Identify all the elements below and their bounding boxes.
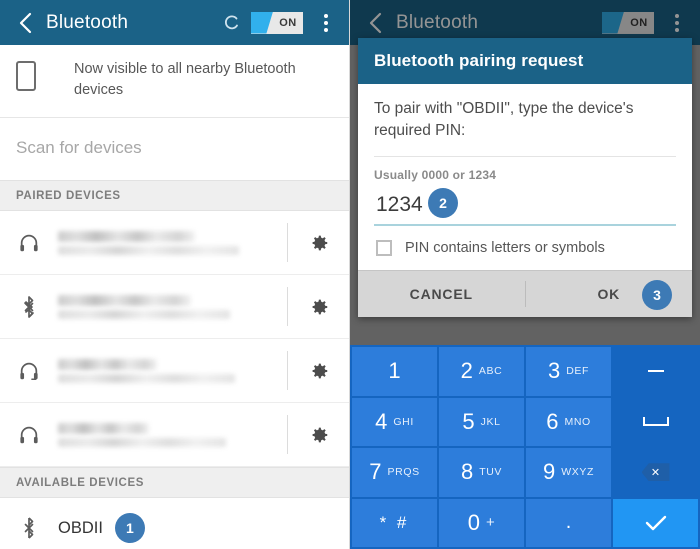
key-sublabel: + — [485, 514, 496, 532]
key-enter[interactable] — [613, 498, 698, 547]
keyboard-row: 7 PRQS 8 TUV 9 WXYZ ✕ — [351, 447, 699, 498]
key-8[interactable]: 8 TUV — [439, 448, 524, 497]
key-label: . — [565, 511, 572, 534]
key-label: 3 — [547, 358, 561, 384]
toggle-label: ON — [279, 16, 297, 29]
spacebar-icon — [642, 417, 669, 427]
callout-badge-3: 3 — [642, 280, 672, 310]
table-row[interactable] — [0, 211, 349, 276]
divider — [374, 156, 676, 157]
key-label: 5 — [462, 408, 475, 434]
key-sublabel: WXYZ — [561, 466, 594, 479]
paired-devices-header: PAIRED DEVICES — [0, 180, 349, 212]
bluetooth-toggle[interactable]: ON — [251, 11, 303, 34]
bluetooth-icon — [0, 295, 58, 319]
back-arrow-icon[interactable] — [10, 8, 40, 38]
key-label: 4 — [375, 408, 388, 434]
device-name-redacted — [58, 419, 287, 451]
dialog-actions: CANCEL OK 3 — [358, 270, 692, 317]
key-label: 7 — [369, 459, 382, 485]
numeric-keyboard: 1 2 ABC 3 DEF 4 GHI 5 JKL 6 MNO 7 PRQS 8 TUV 9W… — [350, 345, 700, 549]
pin-hint-text: Usually 0000 or 1234 — [374, 168, 497, 182]
pin-field-wrapper: 2 — [374, 188, 676, 226]
dialog-title: Bluetooth pairing request — [358, 38, 692, 84]
headphones-icon — [0, 232, 58, 254]
key-1[interactable]: 1 — [352, 347, 437, 396]
checkmark-icon — [645, 515, 666, 530]
key-space[interactable] — [613, 397, 698, 446]
headset-icon — [0, 360, 58, 382]
key-6[interactable]: 6 MNO — [526, 397, 611, 446]
key-sublabel: TUV — [479, 466, 503, 479]
gear-icon[interactable] — [287, 223, 349, 263]
table-row[interactable] — [0, 403, 349, 468]
keyboard-row: 1 2 ABC 3 DEF — [351, 346, 699, 397]
key-sublabel: GHI — [393, 415, 414, 428]
key-period[interactable]: . — [526, 498, 611, 547]
key-label: 0 — [467, 509, 480, 535]
key-9[interactable]: 9 WXYZ — [526, 448, 611, 497]
visibility-row: Now visible to all nearby Bluetooth devi… — [0, 45, 349, 119]
callout-badge-1: 1 — [114, 513, 145, 544]
loading-spinner-icon — [219, 10, 245, 36]
available-devices-header: AVAILABLE DEVICES — [0, 467, 349, 499]
cancel-button[interactable]: CANCEL — [358, 271, 525, 317]
dash-icon — [647, 370, 664, 373]
table-row[interactable] — [0, 275, 349, 340]
visibility-text: Now visible to all nearby Bluetooth devi… — [74, 61, 296, 99]
keyboard-row: * # 0 + . — [351, 498, 699, 549]
key-sublabel: DEF — [566, 365, 590, 378]
phone-icon — [16, 61, 36, 91]
toggle-fill — [251, 11, 273, 34]
key-sublabel: ABC — [478, 365, 503, 378]
overflow-menu-icon[interactable] — [313, 8, 339, 38]
pin-symbols-checkbox-row[interactable]: PIN contains letters or symbols — [374, 226, 676, 270]
key-label: 2 — [460, 358, 473, 384]
list-item-obdii[interactable]: OBDII 1 — [0, 498, 349, 549]
device-name-redacted — [58, 355, 287, 387]
key-label: 9 — [543, 459, 556, 485]
key-star-hash[interactable]: * # — [352, 498, 437, 547]
key-label: * # — [379, 512, 410, 532]
bluetooth-icon — [0, 516, 58, 540]
key-label: 1 — [388, 358, 401, 384]
gear-icon[interactable] — [287, 415, 349, 455]
device-name: OBDII — [58, 518, 103, 537]
callout-badge-2: 2 — [428, 188, 458, 218]
key-5[interactable]: 5 JKL — [439, 397, 524, 446]
table-row[interactable] — [0, 339, 349, 404]
backspace-icon: ✕ — [641, 463, 670, 482]
scan-for-devices-button[interactable]: Scan for devices — [0, 118, 349, 180]
pin-input[interactable] — [374, 191, 676, 226]
key-2[interactable]: 2 ABC — [439, 347, 524, 396]
device-name-redacted — [58, 291, 287, 323]
pairing-dialog-panel: Bluetooth ON Bluetooth pairing request T… — [350, 0, 700, 549]
key-label: 6 — [546, 408, 559, 434]
key-0[interactable]: 0 + — [439, 498, 524, 547]
key-7[interactable]: 7 PRQS — [352, 448, 437, 497]
page-title: Bluetooth — [46, 11, 129, 33]
keyboard-row: 4 GHI 5 JKL 6 MNO — [351, 397, 699, 448]
bluetooth-pairing-dialog: Bluetooth pairing request To pair with "… — [358, 38, 692, 317]
pin-symbols-checkbox[interactable] — [376, 240, 392, 256]
pin-symbols-label: PIN contains letters or symbols — [405, 240, 605, 256]
dialog-body: To pair with "OBDII", type the device's … — [358, 84, 692, 270]
gear-icon[interactable] — [287, 287, 349, 327]
headphones-icon — [0, 424, 58, 446]
device-name-redacted — [58, 227, 287, 259]
bluetooth-settings-panel: Bluetooth ON Now visible to all nearby B… — [0, 0, 350, 549]
screenshot-root: Bluetooth ON Now visible to all nearby B… — [0, 0, 700, 549]
key-sublabel: PRQS — [387, 466, 420, 479]
key-label: 8 — [460, 459, 474, 485]
key-backspace[interactable]: ✕ — [613, 448, 698, 497]
key-dash[interactable] — [613, 347, 698, 396]
key-sublabel: JKL — [480, 415, 501, 428]
gear-icon[interactable] — [287, 351, 349, 391]
key-4[interactable]: 4 GHI — [352, 397, 437, 446]
key-sublabel: MNO — [564, 415, 591, 428]
dialog-message: To pair with "OBDII", type the device's … — [374, 100, 634, 139]
left-app-bar: Bluetooth ON — [0, 0, 349, 45]
key-3[interactable]: 3 DEF — [526, 347, 611, 396]
